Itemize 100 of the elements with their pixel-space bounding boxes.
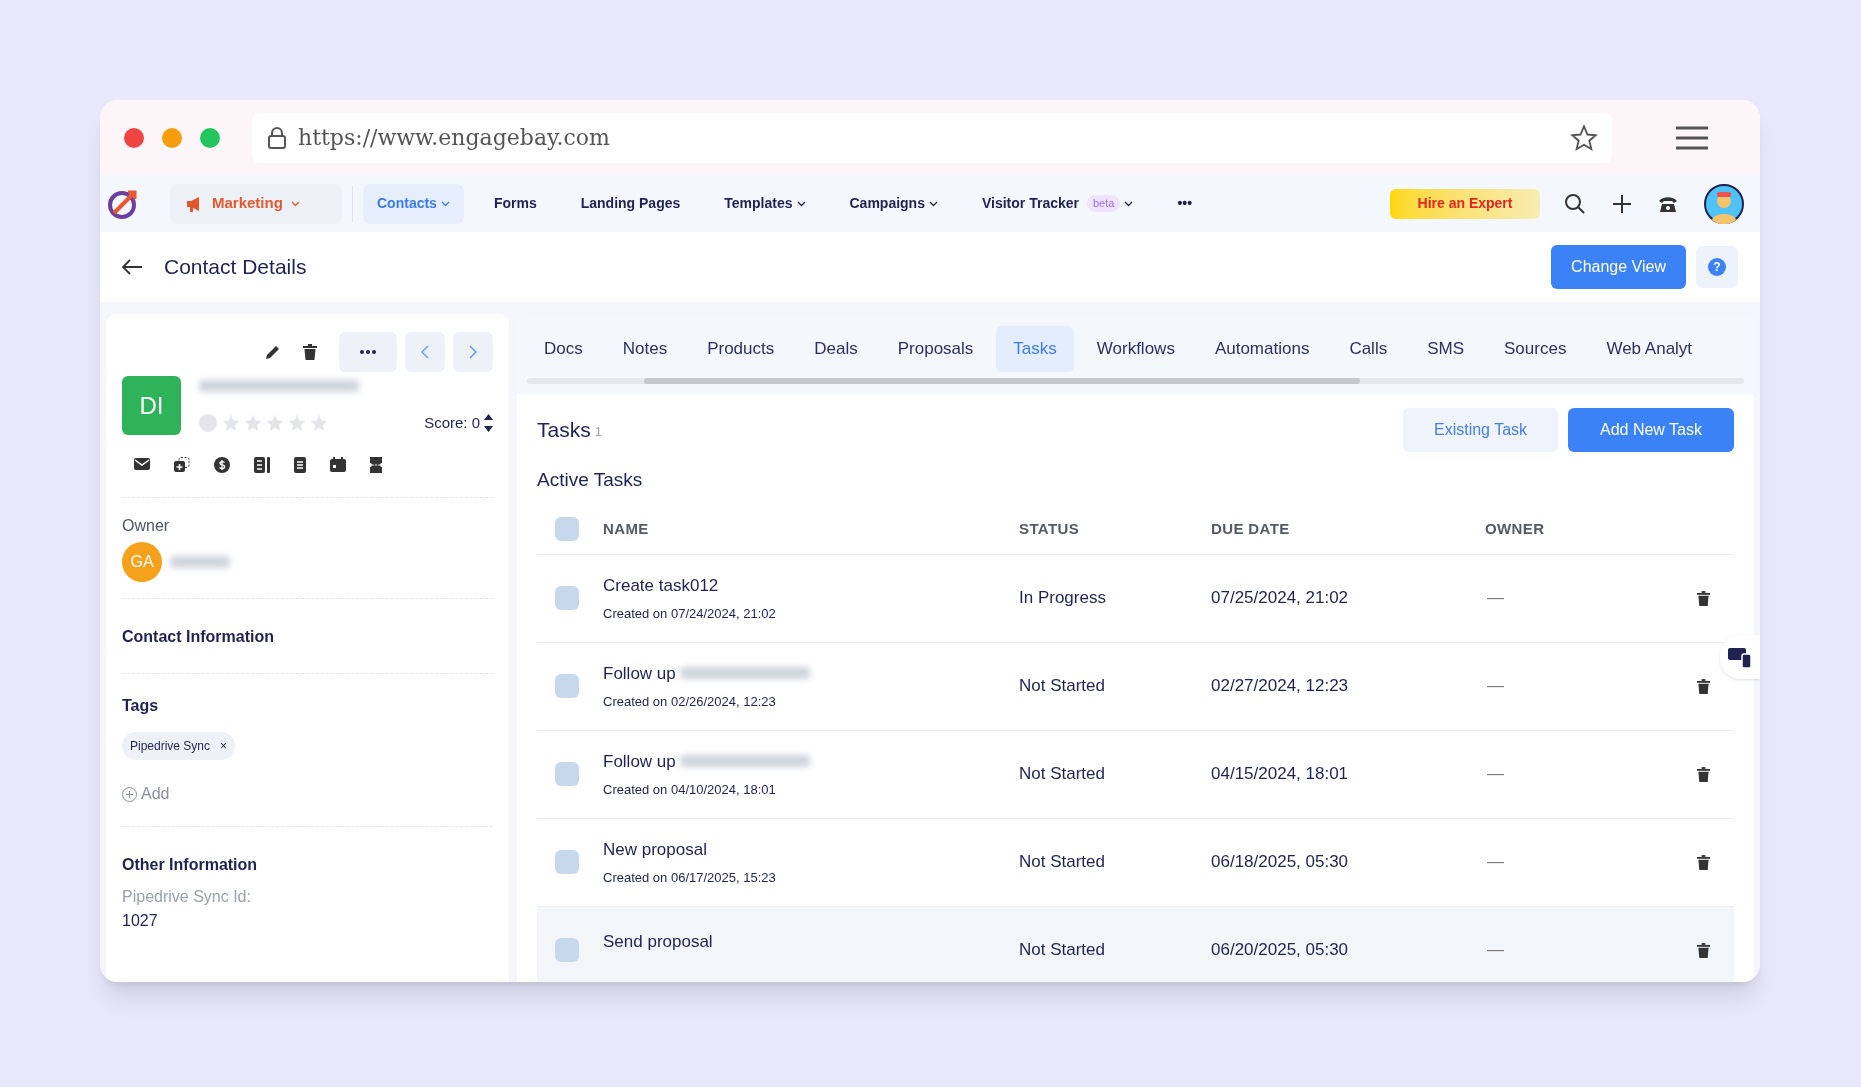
star-icon[interactable] <box>1570 123 1598 152</box>
owner-cell-text: — <box>1486 851 1505 874</box>
owner-cell-text: — <box>1486 675 1505 698</box>
remove-tag-button[interactable]: × <box>220 737 228 755</box>
row-checkbox[interactable] <box>555 586 579 610</box>
task-status: In Progress <box>1019 587 1107 610</box>
menu-icon[interactable] <box>1676 124 1708 151</box>
plus-circle-icon <box>122 786 137 802</box>
beta-badge: beta <box>1087 195 1121 212</box>
tab[interactable]: Notes <box>605 326 685 372</box>
tags-heading: Tags <box>122 696 160 716</box>
add-new-task-button[interactable]: Add New Task <box>1568 408 1734 452</box>
owner-label: Owner <box>122 516 171 536</box>
url-text: https://www.engagebay.com <box>298 124 611 152</box>
nav-item[interactable]: Campaigns <box>835 183 952 224</box>
search-icon[interactable] <box>1564 192 1586 215</box>
tab[interactable]: Workflows <box>1079 326 1192 372</box>
chevron-down-icon <box>796 200 806 207</box>
edit-icon[interactable] <box>265 344 281 360</box>
plus-icon[interactable] <box>1612 193 1632 214</box>
trash-icon[interactable] <box>1697 766 1710 782</box>
add-copy-icon[interactable] <box>174 457 190 473</box>
owner-cell-text: — <box>1486 939 1505 962</box>
task-count: 1 <box>594 423 602 442</box>
column-header: NAME <box>603 518 650 539</box>
page-title: Contact Details <box>164 254 307 281</box>
task-status: Not Started <box>1019 763 1106 786</box>
devices-icon <box>1728 646 1752 668</box>
note-icon[interactable] <box>294 457 306 473</box>
existing-task-button[interactable]: Existing Task <box>1403 408 1558 452</box>
score-stepper-icon[interactable] <box>484 413 493 434</box>
back-arrow-icon[interactable] <box>122 259 142 275</box>
calendar-icon[interactable] <box>330 457 346 472</box>
nav-item[interactable]: Templates <box>710 183 820 224</box>
section-heading[interactable]: Contact Information <box>122 625 493 649</box>
task-name[interactable]: Follow up <box>603 748 676 774</box>
row-checkbox[interactable] <box>555 762 579 786</box>
row-checkbox[interactable] <box>555 938 579 962</box>
trash-icon[interactable] <box>1697 590 1710 606</box>
tasks-heading: Tasks <box>537 417 591 444</box>
column-header: DUE DATE <box>1211 518 1291 539</box>
tab[interactable]: Deals <box>797 326 875 372</box>
nav-item[interactable]: Forms <box>479 183 551 224</box>
tab-scrollbar[interactable] <box>527 378 1744 384</box>
other-information-heading: Other Information <box>122 855 259 875</box>
chevron-down-icon <box>928 200 938 207</box>
score-label: Score: 0 <box>424 413 480 433</box>
owner-cell-text: — <box>1486 763 1505 786</box>
chevron-down-icon <box>440 200 450 207</box>
dollar-icon[interactable] <box>214 457 230 473</box>
tag-chip: Pipedrive Sync × <box>122 732 236 760</box>
task-name[interactable]: New proposal <box>603 836 707 862</box>
column-header: STATUS <box>1019 518 1081 539</box>
hire-expert-button[interactable]: Hire an Expert <box>1390 188 1540 219</box>
ticket-icon[interactable] <box>370 457 382 473</box>
avatar-icon[interactable] <box>1704 183 1744 224</box>
row-checkbox[interactable] <box>555 850 579 874</box>
created-date: Created on 07/24/2024, 21:02 <box>603 605 777 623</box>
task-name[interactable]: Follow up <box>603 660 676 686</box>
chevron-down-icon <box>1124 200 1134 207</box>
tab[interactable]: Proposals <box>880 326 991 372</box>
contact-avatar: DI <box>122 376 181 435</box>
help-button[interactable]: ? <box>1696 246 1738 288</box>
chevron-right-icon <box>469 345 477 359</box>
due-date: 06/18/2025, 05:30 <box>1211 851 1350 874</box>
nav-item[interactable]: Landing Pages <box>566 183 695 224</box>
ellipsis-icon <box>360 350 376 354</box>
document-icon[interactable] <box>254 457 270 473</box>
field-value: 1027 <box>122 911 159 931</box>
column-header: OWNER <box>1485 518 1546 539</box>
active-tasks-heading: Active Tasks <box>537 468 644 492</box>
due-date: 07/25/2024, 21:02 <box>1211 587 1350 610</box>
due-date: 02/27/2024, 12:23 <box>1211 675 1350 698</box>
phone-icon[interactable] <box>1658 194 1678 213</box>
trash-icon[interactable] <box>1697 678 1710 694</box>
tab[interactable]: Docs <box>527 326 600 372</box>
tab[interactable]: SMS <box>1410 326 1482 372</box>
lock-icon <box>266 125 288 150</box>
select-all-checkbox[interactable] <box>555 517 579 541</box>
task-name[interactable]: Create task012 <box>603 572 719 598</box>
change-view-button[interactable]: Change View <box>1551 245 1686 289</box>
tab[interactable]: Products <box>690 326 792 372</box>
address-bar[interactable]: https://www.engagebay.com <box>252 112 1612 163</box>
tab[interactable]: Web Analyt <box>1589 326 1710 372</box>
due-date: 06/20/2025, 05:30 <box>1211 939 1350 962</box>
owner-cell-text: — <box>1486 587 1505 610</box>
nav-item[interactable]: Visitor Tracker beta <box>967 183 1148 224</box>
trash-icon[interactable] <box>303 344 317 360</box>
tab[interactable]: Sources <box>1487 326 1584 372</box>
tab[interactable]: Automations <box>1197 326 1327 372</box>
row-checkbox[interactable] <box>555 674 579 698</box>
owner-avatar: GA <box>122 542 162 582</box>
trash-icon[interactable] <box>1697 854 1710 870</box>
task-name[interactable]: Send proposal <box>603 928 713 954</box>
tab[interactable]: Calls <box>1332 326 1405 372</box>
email-icon[interactable] <box>134 457 150 471</box>
trash-icon[interactable] <box>1697 942 1710 958</box>
created-date: Created on 02/26/2024, 12:23 <box>603 693 777 711</box>
chat-widget-button[interactable] <box>1720 635 1760 679</box>
more-button[interactable]: ••• <box>1177 193 1193 214</box>
